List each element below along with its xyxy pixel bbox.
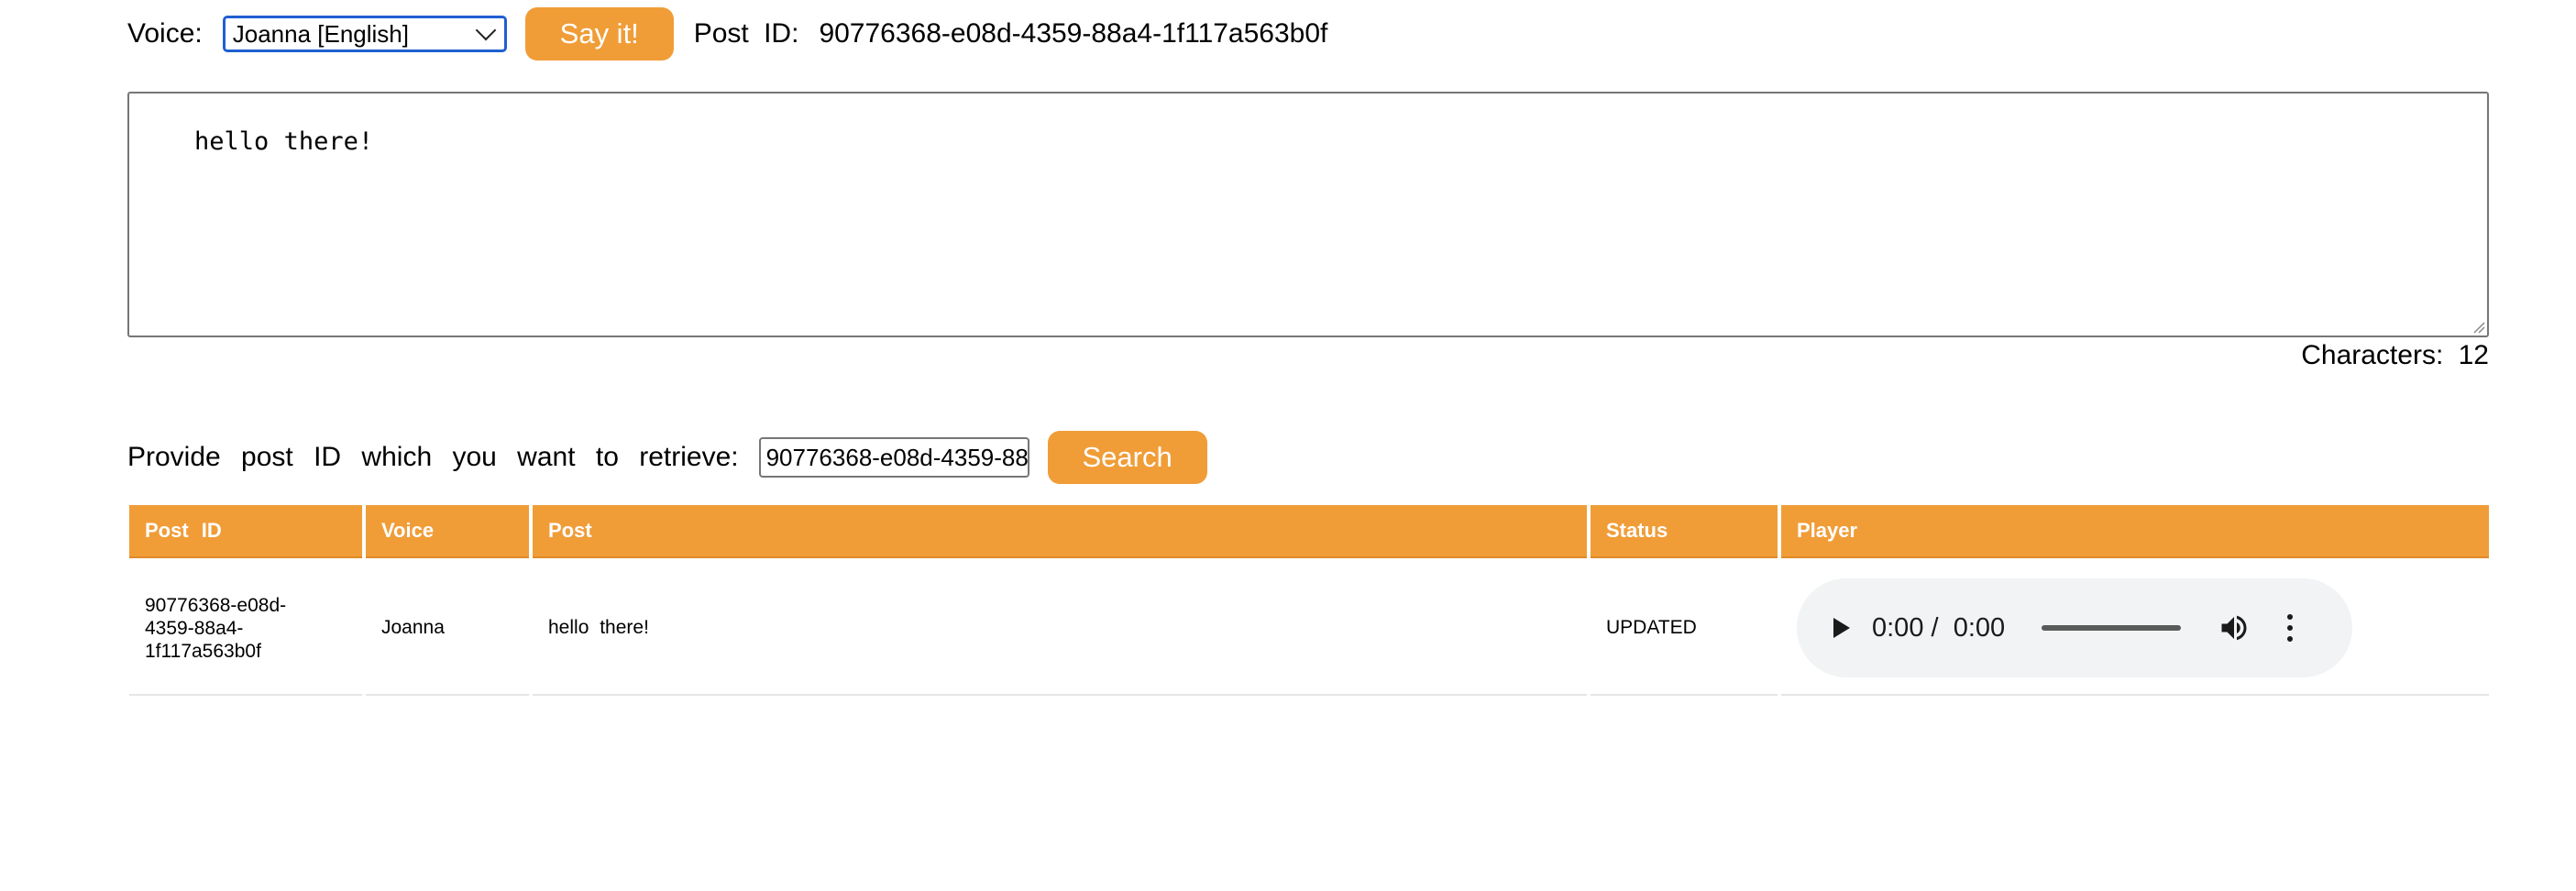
characters-count: 12 <box>2458 340 2489 370</box>
page: Voice: Joanna [English] Say it! Post ID:… <box>0 0 2576 891</box>
audio-time-separator: / <box>1931 612 1939 643</box>
character-counter: Characters: 12 <box>2301 337 2489 374</box>
audio-duration: 0:00 <box>1953 612 2006 643</box>
post-id-search-input[interactable]: 90776368-e08d-4359-88a4-1f117a563b0f <box>758 437 1029 478</box>
table-header-row: Post ID Voice Post Status Player <box>129 505 2489 558</box>
header-post-id: Post ID <box>129 505 362 558</box>
post-id-line: 4359-88a4- <box>145 617 244 639</box>
audio-player: 0:00 / 0:00 <box>1797 578 2352 677</box>
cell-post-id: 90776368-e08d- 4359-88a4- 1f117a563b0f <box>129 562 362 696</box>
post-text: hello there! <box>194 127 374 156</box>
table-row: 90776368-e08d- 4359-88a4- 1f117a563b0f J… <box>129 558 2489 696</box>
post-id-label: Post ID: <box>693 18 799 49</box>
posts-table: Post ID Voice Post Status Player 9077636… <box>129 505 2489 696</box>
voice-form-row: Voice: Joanna [English] Say it! Post ID:… <box>127 7 1327 60</box>
search-input-value: 90776368-e08d-4359-88a4-1f117a563b0f <box>765 443 1029 471</box>
post-id-line: 1f117a563b0f <box>145 640 261 662</box>
audio-current-time: 0:00 <box>1872 612 1924 643</box>
say-it-button[interactable]: Say it! <box>524 7 674 60</box>
search-row: Provide post ID which you want to retrie… <box>127 431 1207 484</box>
header-voice: Voice <box>366 505 529 558</box>
cell-status: UPDATED <box>1591 562 1778 696</box>
voice-label: Voice: <box>127 18 203 49</box>
audio-time: 0:00 / 0:00 <box>1872 613 2005 644</box>
retrieve-label: Provide post ID which you want to retrie… <box>127 442 739 472</box>
chevron-down-icon <box>475 19 497 41</box>
resize-grip-icon[interactable] <box>2472 321 2485 334</box>
cell-player: 0:00 / 0:00 <box>1781 562 2489 696</box>
characters-label: Characters: <box>2301 340 2444 370</box>
search-button[interactable]: Search <box>1047 431 1207 484</box>
cell-post: hello there! <box>533 562 1587 696</box>
cell-voice: Joanna <box>366 562 529 696</box>
audio-progress-slider[interactable] <box>2042 625 2182 631</box>
play-icon[interactable] <box>1833 618 1850 638</box>
more-options-icon[interactable] <box>2287 614 2294 642</box>
post-id-value: 90776368-e08d-4359-88a4-1f117a563b0f <box>819 18 1328 49</box>
post-id-line: 90776368-e08d- <box>145 594 287 616</box>
header-post: Post <box>533 505 1587 558</box>
header-status: Status <box>1591 505 1778 558</box>
volume-icon[interactable] <box>2218 611 2251 644</box>
voice-select[interactable]: Joanna [English] <box>222 16 507 52</box>
voice-select-value: Joanna [English] <box>232 19 409 48</box>
post-text-area[interactable]: hello there! <box>127 92 2489 337</box>
header-player: Player <box>1781 505 2489 558</box>
